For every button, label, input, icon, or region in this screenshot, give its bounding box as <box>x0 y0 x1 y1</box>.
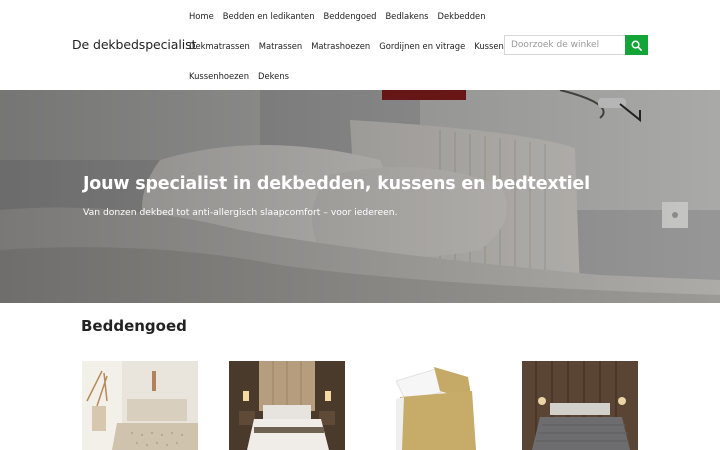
hero-title: Jouw specialist in dekbedden, kussens en… <box>83 174 590 194</box>
hero-banner: Jouw specialist in dekbedden, kussens en… <box>0 90 720 303</box>
nav-row: Home Bedden en ledikanten Beddengoed Bedlak… <box>189 11 495 21</box>
nav-row: Kussenhoezen Dekens <box>189 71 298 81</box>
nav-item-bedlakens[interactable]: Bedlakens <box>385 11 428 21</box>
nav-item-dekbedden[interactable]: Dekbedden <box>438 11 486 21</box>
search-button[interactable] <box>625 35 648 55</box>
product-card[interactable] <box>376 361 492 450</box>
search-icon <box>631 40 642 51</box>
product-card[interactable] <box>82 361 198 450</box>
product-card[interactable] <box>522 361 638 450</box>
section-title: Beddengoed <box>81 317 187 335</box>
bedroom-beige-bedding-image <box>82 361 198 450</box>
nav-row: Dekmatrassen Matrassen Matrashoezen Gordijn… <box>189 41 517 51</box>
search-input[interactable] <box>504 35 625 55</box>
nav-item-kussenhoezen[interactable]: Kussenhoezen <box>189 71 249 81</box>
nav-item-beddengoed[interactable]: Beddengoed <box>324 11 377 21</box>
site-header: De dekbedspecialist Home Bedden en ledika… <box>0 0 720 90</box>
hero-overlay <box>0 90 720 303</box>
hero-subtitle: Van donzen dekbed tot anti-allergisch sl… <box>83 207 398 218</box>
bedroom-grey-bedding-image <box>522 361 638 450</box>
nav-item-dekmatrassen[interactable]: Dekmatrassen <box>189 41 250 51</box>
nav-item-bedden-en-ledikanten[interactable]: Bedden en ledikanten <box>223 11 315 21</box>
bedroom-dark-wood-bedding-image <box>229 361 345 450</box>
product-card[interactable] <box>229 361 345 450</box>
site-logo[interactable]: De dekbedspecialist <box>72 37 196 52</box>
nav-item-matrashoezen[interactable]: Matrashoezen <box>311 41 370 51</box>
ochre-duvet-cover-image <box>376 361 492 450</box>
nav-item-home[interactable]: Home <box>189 11 214 21</box>
nav-item-dekens[interactable]: Dekens <box>258 71 289 81</box>
search-form <box>504 35 648 55</box>
nav-item-gordijnen-en-vitrage[interactable]: Gordijnen en vitrage <box>379 41 465 51</box>
nav-item-matrassen[interactable]: Matrassen <box>259 41 302 51</box>
